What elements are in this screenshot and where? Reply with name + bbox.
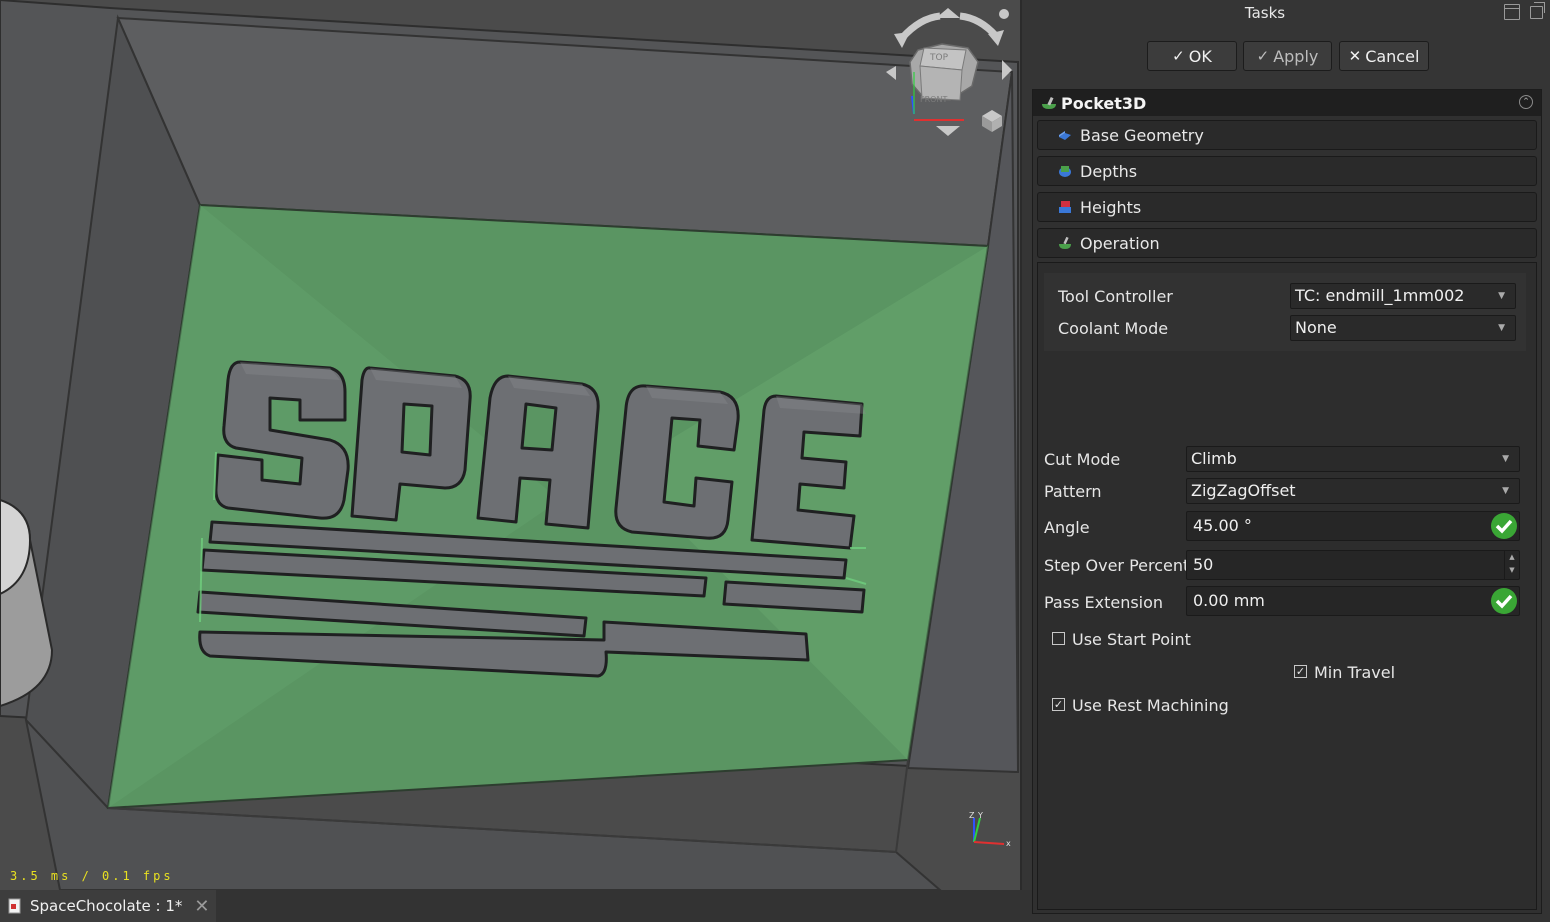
- chevron-down-icon: ▼: [1502, 454, 1509, 464]
- pocket3d-icon: [1042, 96, 1056, 109]
- step-over-label: Step Over Percent: [1044, 556, 1190, 575]
- coolant-mode-value: None: [1295, 318, 1337, 337]
- cancel-button[interactable]: ✕ Cancel: [1339, 41, 1429, 71]
- chevron-down-icon: ▼: [1502, 486, 1509, 496]
- section-label: Heights: [1080, 197, 1142, 217]
- operation-icon: [1059, 236, 1071, 249]
- tool-controller-value: TC: endmill_1mm002: [1295, 286, 1465, 305]
- svg-text:Z: Z: [969, 811, 975, 820]
- section-label: Base Geometry: [1080, 125, 1204, 145]
- section-heights[interactable]: Heights: [1037, 192, 1537, 222]
- dock-restore-icon[interactable]: [1530, 2, 1545, 19]
- pattern-value: ZigZagOffset: [1191, 481, 1296, 500]
- pan-right-arrow-icon: [1002, 60, 1012, 80]
- tasks-panel: Tasks ✓ OK ✓ Apply ✕ Cancel Pocket3D ⌃ B…: [1022, 0, 1550, 914]
- tasks-title: Tasks: [1244, 4, 1286, 22]
- use-start-point-checkbox[interactable]: [1052, 632, 1065, 645]
- section-label: Depths: [1080, 161, 1138, 181]
- heights-icon: [1059, 201, 1071, 213]
- svg-text:FRONT: FRONT: [920, 95, 947, 104]
- pattern-select[interactable]: ZigZagOffset ▼: [1186, 478, 1520, 504]
- min-travel-checkbox[interactable]: ✓: [1294, 665, 1307, 678]
- section-label: Operation: [1080, 233, 1160, 253]
- coolant-mode-select[interactable]: None ▼: [1290, 315, 1516, 341]
- navigation-cube[interactable]: TOP FRONT: [880, 4, 1020, 140]
- section-base-geometry[interactable]: Base Geometry: [1037, 120, 1537, 150]
- cancel-button-label: Cancel: [1365, 46, 1420, 66]
- valid-check-icon: [1491, 588, 1517, 614]
- check-icon: ✓: [1172, 47, 1185, 65]
- close-icon: ✕: [1348, 47, 1362, 65]
- depths-icon: [1059, 166, 1071, 177]
- ok-button-label: OK: [1188, 46, 1212, 66]
- cut-mode-label: Cut Mode: [1044, 450, 1121, 469]
- coolant-mode-label: Coolant Mode: [1058, 319, 1169, 338]
- cut-mode-value: Climb: [1191, 449, 1237, 468]
- pan-down-arrow-icon: [936, 126, 960, 136]
- tool-controller-group: Tool Controller TC: endmill_1mm002 ▼ Coo…: [1044, 273, 1526, 351]
- ok-button[interactable]: ✓ OK: [1147, 41, 1237, 71]
- section-operation[interactable]: Operation: [1037, 228, 1537, 258]
- view-menu-dot-icon: [999, 9, 1009, 19]
- angle-value: 45.00 °: [1193, 516, 1252, 535]
- svg-text:x: x: [1006, 839, 1011, 848]
- check-icon: ✓: [1256, 47, 1270, 65]
- pattern-label: Pattern: [1044, 482, 1102, 501]
- pass-extension-value: 0.00 mm: [1193, 591, 1265, 610]
- chevron-down-icon: ▼: [1498, 323, 1505, 333]
- document-tab-title: SpaceChocolate : 1*: [30, 897, 183, 915]
- pass-extension-input[interactable]: 0.00 mm: [1186, 586, 1520, 616]
- collapse-icon[interactable]: ⌃: [1519, 95, 1533, 109]
- pocket3d-panel: Pocket3D ⌃ Base Geometry Depths Heights: [1032, 89, 1542, 914]
- svg-text:TOP: TOP: [929, 53, 949, 63]
- apply-button[interactable]: ✓ Apply: [1243, 41, 1332, 71]
- use-rest-machining-label: Use Rest Machining: [1072, 696, 1229, 715]
- dock-float-icon[interactable]: [1504, 4, 1520, 20]
- pan-left-arrow-icon: [886, 66, 896, 80]
- rotate-right-arrow-icon: [959, 12, 999, 39]
- spin-arrows-icon[interactable]: ▲ ▼: [1504, 551, 1519, 579]
- document-tab[interactable]: SpaceChocolate : 1* ✕: [0, 890, 216, 922]
- axis-triad: Z Y x: [969, 811, 1011, 848]
- panel-title: Pocket3D: [1061, 93, 1147, 113]
- 3d-viewport[interactable]: TOP FRONT Z Y x 3.5 ms / 0.1 fps: [0, 0, 1020, 890]
- fps-counter: 3.5 ms / 0.1 fps: [10, 869, 174, 883]
- svg-text:Y: Y: [977, 811, 983, 820]
- document-icon: [8, 898, 21, 914]
- angle-label: Angle: [1044, 518, 1090, 537]
- min-travel-label: Min Travel: [1314, 663, 1396, 682]
- pass-extension-label: Pass Extension: [1044, 593, 1164, 612]
- close-tab-icon[interactable]: ✕: [194, 896, 209, 917]
- use-start-point-label: Use Start Point: [1072, 630, 1191, 649]
- scene-render: [0, 0, 1020, 890]
- cut-mode-select[interactable]: Climb ▼: [1186, 446, 1520, 472]
- apply-button-label: Apply: [1273, 46, 1319, 66]
- angle-input[interactable]: 45.00 °: [1186, 511, 1520, 541]
- panel-header[interactable]: Pocket3D ⌃: [1033, 90, 1541, 116]
- tool-controller-label: Tool Controller: [1058, 287, 1173, 306]
- tool-controller-select[interactable]: TC: endmill_1mm002 ▼: [1290, 283, 1516, 309]
- step-over-value: 50: [1193, 555, 1214, 574]
- chevron-down-icon: ▼: [1498, 291, 1505, 301]
- section-depths[interactable]: Depths: [1037, 156, 1537, 186]
- valid-check-icon: [1491, 513, 1517, 539]
- step-over-spinbox[interactable]: 50 ▲ ▼: [1186, 550, 1520, 580]
- use-rest-machining-checkbox[interactable]: ✓: [1052, 698, 1065, 711]
- operation-body: Tool Controller TC: endmill_1mm002 ▼ Coo…: [1037, 262, 1537, 910]
- base-geometry-icon: [1059, 131, 1071, 140]
